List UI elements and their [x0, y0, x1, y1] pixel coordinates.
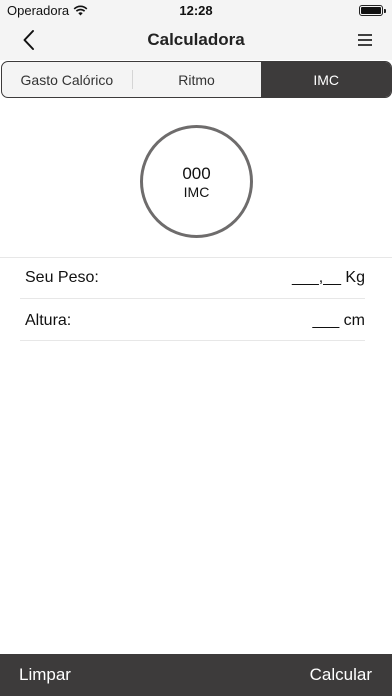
calculate-button[interactable]: Calcular — [310, 665, 372, 685]
imc-result-circle: 000 IMC — [140, 125, 253, 238]
battery-icon — [359, 5, 386, 16]
calculator-tabs: Gasto Calórico Ritmo IMC — [1, 61, 392, 98]
row-divider — [20, 340, 365, 341]
hamburger-menu-icon[interactable] — [356, 30, 374, 50]
imc-value: 000 — [182, 163, 211, 183]
row-divider — [20, 298, 365, 299]
section-divider — [0, 257, 392, 258]
weight-row[interactable]: Seu Peso: ___,__ Kg — [25, 269, 365, 289]
status-time: 12:28 — [179, 3, 213, 18]
battery-level — [361, 7, 381, 14]
tab-gasto-calorico[interactable]: Gasto Calórico — [2, 62, 132, 97]
weight-label: Seu Peso: — [25, 269, 99, 286]
tab-ritmo[interactable]: Ritmo — [131, 62, 262, 97]
bottom-action-bar: Limpar Calcular — [0, 654, 392, 696]
height-label: Altura: — [25, 312, 72, 329]
height-input[interactable]: ___ cm — [313, 312, 365, 330]
imc-label: IMC — [183, 183, 210, 200]
tab-imc[interactable]: IMC — [261, 62, 391, 97]
weight-input[interactable]: ___,__ Kg — [292, 269, 365, 287]
page-title: Calculadora — [147, 30, 245, 49]
navigation-bar: Calculadora — [0, 20, 392, 60]
status-bar: Operadora 12:28 — [0, 0, 392, 20]
clear-button[interactable]: Limpar — [19, 665, 71, 685]
height-row[interactable]: Altura: ___ cm — [25, 312, 365, 332]
